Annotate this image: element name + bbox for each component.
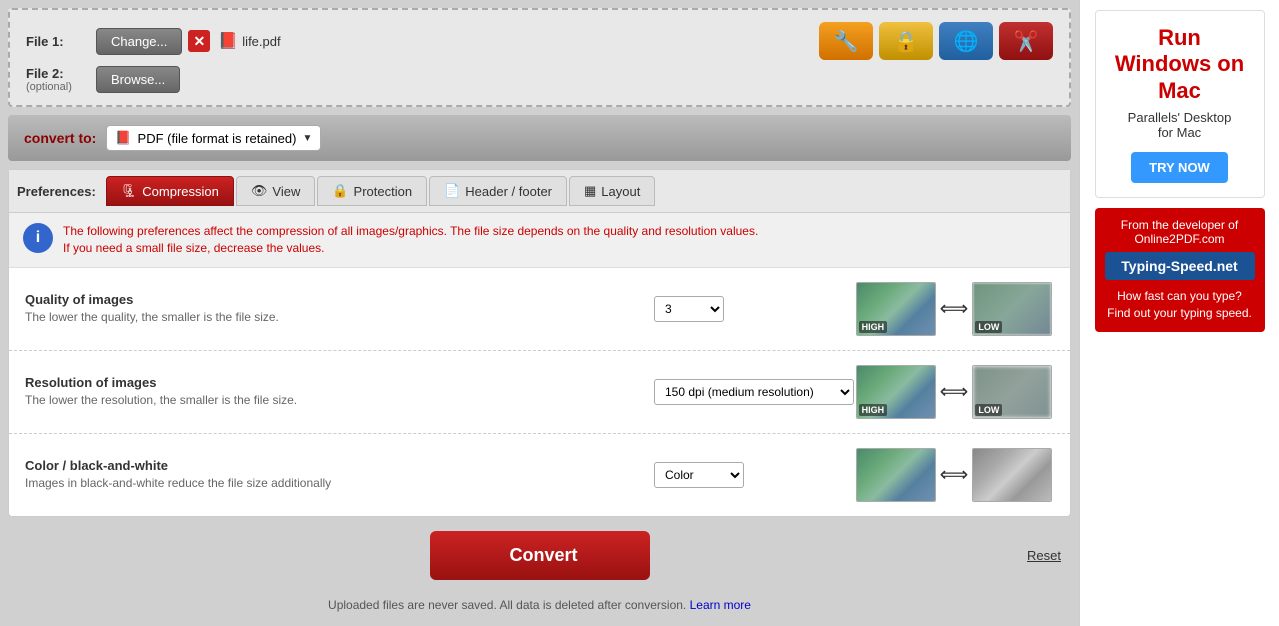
resolution-preview: HIGH ⟺ LOW <box>856 365 1053 419</box>
globe-icon-button[interactable]: 🌐 <box>939 22 993 60</box>
tools-icon-button[interactable]: 🔧 <box>819 22 873 60</box>
product-line2: Find out your typing speed. <box>1105 305 1255 322</box>
arrow-right-icon2: ⟺ <box>940 379 969 404</box>
try-now-button[interactable]: TRY NOW <box>1131 152 1228 183</box>
learn-more-link[interactable]: Learn more <box>690 598 751 612</box>
dev-label: From the developer of <box>1105 218 1255 232</box>
lock-icon-button[interactable]: 🔒 <box>879 22 933 60</box>
color-select[interactable]: Color Grayscale Black-and-white <box>654 462 744 488</box>
resolution-row: Resolution of images The lower the resol… <box>9 351 1070 434</box>
ad-for: for Mac <box>1110 125 1250 140</box>
right-sidebar: Run Windows on Mac Parallels' Desktop fo… <box>1079 0 1279 626</box>
ad-secondary: From the developer of Online2PDF.com Typ… <box>1095 208 1265 332</box>
header-footer-icon: 📄 <box>444 183 460 199</box>
reset-link[interactable]: Reset <box>1027 548 1061 563</box>
product-name[interactable]: Typing-Speed.net <box>1105 252 1255 280</box>
protection-icon: 🔒 <box>332 183 348 199</box>
quality-low-img: LOW <box>972 282 1052 336</box>
chevron-down-icon: ▼ <box>302 133 312 144</box>
color-row: Color / black-and-white Images in black-… <box>9 434 1070 516</box>
color-preview: ⟺ <box>856 448 1053 502</box>
quality-title: Quality of images <box>25 292 654 307</box>
tab-layout[interactable]: ▦ Layout <box>569 176 655 206</box>
preferences-label: Preferences: <box>17 184 96 199</box>
resolution-low-img: LOW <box>972 365 1052 419</box>
compression-icon: 🗜 <box>121 183 138 199</box>
ad-main: Run Windows on Mac Parallels' Desktop fo… <box>1095 10 1265 198</box>
file2-row: File 2: (optional) Browse... <box>26 66 1053 93</box>
format-value: PDF (file format is retained) <box>138 131 297 146</box>
toolbar-icons: 🔧 🔒 🌐 ✂️ <box>819 22 1053 60</box>
resolution-select[interactable]: 72 dpi (low resolution) 150 dpi (medium … <box>654 379 854 405</box>
file1-name: life.pdf <box>242 34 280 49</box>
convert-button[interactable]: Convert <box>430 531 650 580</box>
scissors-icon-button[interactable]: ✂️ <box>999 22 1053 60</box>
dev-site: Online2PDF.com <box>1105 232 1255 246</box>
info-icon: i <box>23 223 53 253</box>
layout-icon: ▦ <box>584 183 596 199</box>
preferences-section: Preferences: 🗜 Compression 👁 View 🔒 Prot… <box>8 169 1071 517</box>
file2-optional: (optional) <box>26 81 96 93</box>
quality-row: Quality of images The lower the quality,… <box>9 268 1070 351</box>
format-select[interactable]: 📕 PDF (file format is retained) ▼ <box>106 125 321 151</box>
quality-preview: HIGH ⟺ LOW <box>856 282 1053 336</box>
color-high-img <box>856 448 936 502</box>
pdf-format-icon: 📕 <box>115 130 131 146</box>
convert-to-row: convert to: 📕 PDF (file format is retain… <box>8 115 1071 161</box>
convert-section: Convert Reset <box>8 517 1071 594</box>
tab-protection[interactable]: 🔒 Protection <box>317 176 427 206</box>
arrow-right-icon: ⟺ <box>940 296 969 321</box>
file2-label: File 2: <box>26 66 96 81</box>
arrow-right-icon3: ⟺ <box>940 462 969 487</box>
product-line1: How fast can you type? <box>1105 288 1255 305</box>
change-button[interactable]: Change... <box>96 28 182 55</box>
preferences-header: Preferences: 🗜 Compression 👁 View 🔒 Prot… <box>9 170 1070 213</box>
tab-view[interactable]: 👁 View <box>236 176 315 206</box>
info-line2: If you need a small file size, decrease … <box>63 240 758 257</box>
quality-high-img: HIGH <box>856 282 936 336</box>
ad-brand: Parallels' Desktop <box>1110 110 1250 125</box>
color-desc: Images in black-and-white reduce the fil… <box>25 476 654 492</box>
pdf-icon: 📕 <box>218 31 238 51</box>
view-icon: 👁 <box>251 183 268 199</box>
quality-select[interactable]: 1234 5678910 <box>654 296 724 322</box>
browse-button[interactable]: Browse... <box>96 66 180 93</box>
tab-compression[interactable]: 🗜 Compression <box>106 176 234 206</box>
color-bw-img <box>972 448 1052 502</box>
tab-header-footer[interactable]: 📄 Header / footer <box>429 176 567 206</box>
file1-row: File 1: Change... ✕ 📕 life.pdf 🔧 🔒 🌐 ✂️ <box>26 22 1053 60</box>
file-area: File 1: Change... ✕ 📕 life.pdf 🔧 🔒 🌐 ✂️ … <box>8 8 1071 107</box>
color-title: Color / black-and-white <box>25 458 654 473</box>
info-line1: The following preferences affect the com… <box>63 223 758 240</box>
convert-to-label: convert to: <box>24 130 96 146</box>
delete-file-button[interactable]: ✕ <box>188 30 210 52</box>
resolution-title: Resolution of images <box>25 375 654 390</box>
file1-label: File 1: <box>26 34 96 49</box>
info-box: i The following preferences affect the c… <box>9 213 1070 268</box>
resolution-desc: The lower the resolution, the smaller is… <box>25 393 654 409</box>
resolution-high-img: HIGH <box>856 365 936 419</box>
ad-title: Run Windows on Mac <box>1110 25 1250 104</box>
quality-desc: The lower the quality, the smaller is th… <box>25 310 654 326</box>
bottom-note: Uploaded files are never saved. All data… <box>8 594 1071 616</box>
